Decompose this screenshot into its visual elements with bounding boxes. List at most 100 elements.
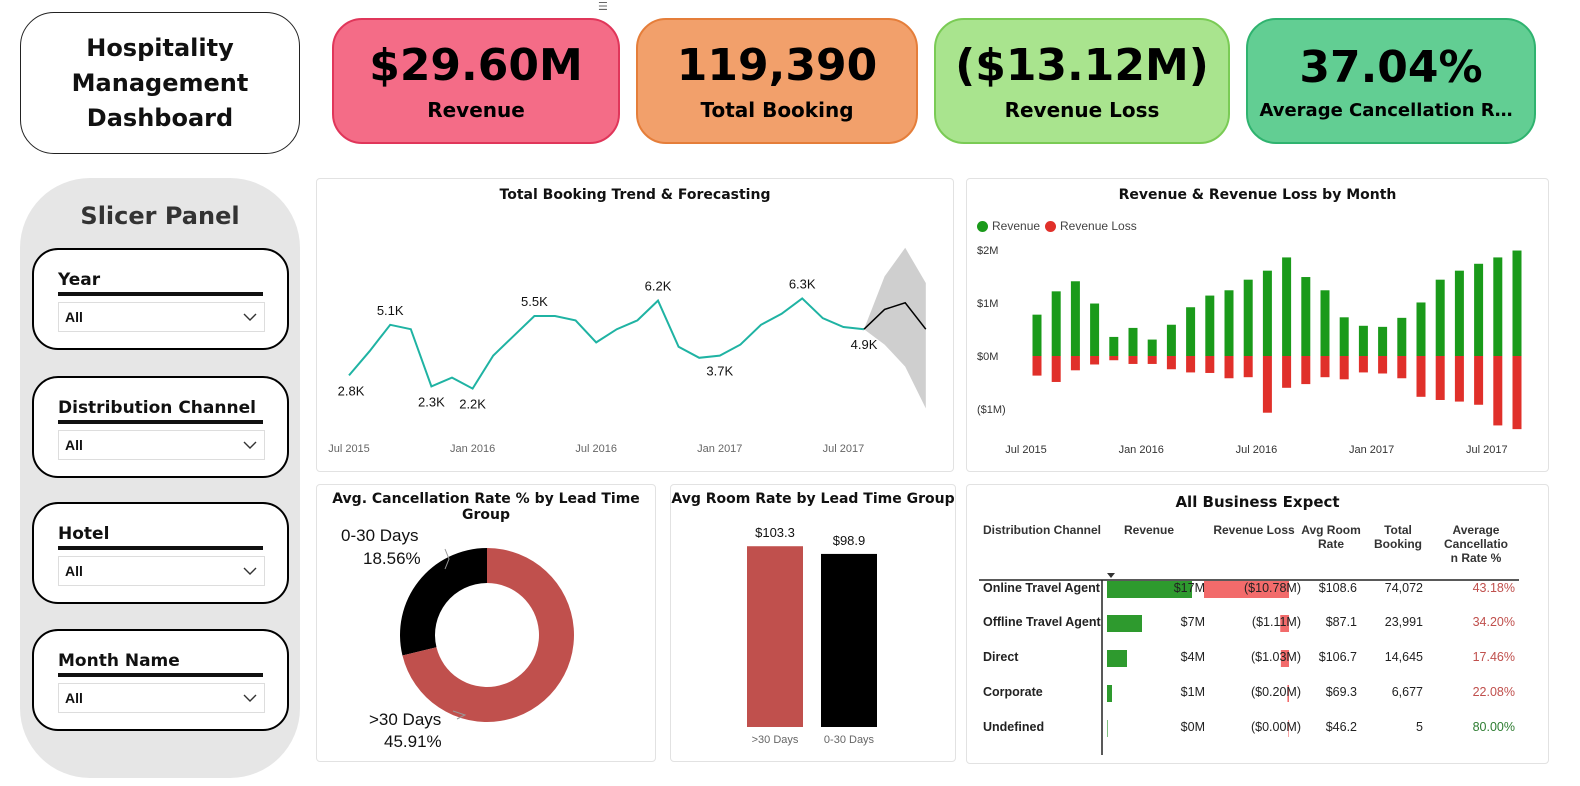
year-dropdown[interactable]: All bbox=[58, 302, 265, 332]
filter-icon[interactable]: ☰ bbox=[598, 0, 608, 13]
x-tick-label: Jul 2017 bbox=[823, 443, 865, 455]
room-rate-bar bbox=[821, 553, 877, 727]
table-header[interactable]: Revenue bbox=[1109, 523, 1189, 537]
revenue-bar bbox=[1166, 324, 1176, 356]
table-cell-channel: Online Travel Agent bbox=[983, 581, 1100, 595]
x-tick-label: Jan 2016 bbox=[1119, 444, 1164, 456]
table-cell-booking: 5 bbox=[1416, 720, 1423, 734]
table-cell-rate: $69.3 bbox=[1325, 685, 1357, 699]
table-header[interactable]: Distribution Channel bbox=[983, 523, 1103, 537]
table-cell-channel: Offline Travel Agent bbox=[983, 615, 1101, 629]
revenue-by-month-card: $2M $1M $0M ($1M) Jul 2015 Jan 2016 Jul 2016 Ja… bbox=[966, 178, 1549, 472]
revenue-bar bbox=[1090, 303, 1100, 356]
room-rate-chart: $103.3 >30 Days $98.9 0-30 Days bbox=[747, 525, 877, 746]
slicer-hotel: Hotel All bbox=[32, 502, 289, 604]
data-label: 6.3K bbox=[789, 276, 816, 291]
revenue-loss-bar bbox=[1339, 356, 1349, 380]
distribution-channel-dropdown[interactable]: All bbox=[58, 430, 265, 460]
table-header[interactable]: Avg Room Rate bbox=[1301, 523, 1361, 551]
cancellation-donut-title: Avg. Cancellation Rate % by Lead Time Gr… bbox=[332, 491, 640, 523]
revenue-bar bbox=[1493, 257, 1503, 356]
cancellation-donut-chart: 0-30 Days 18.56% >30 Days 45.91% bbox=[341, 526, 574, 751]
dropdown-value: All bbox=[65, 563, 83, 579]
x-tick-label: Jan 2017 bbox=[697, 443, 742, 455]
slicer-panel-title: Slicer Panel bbox=[80, 202, 240, 230]
data-label: 2.3K bbox=[418, 394, 445, 409]
table-header[interactable]: Total Booking bbox=[1371, 523, 1425, 551]
slice-value-label: 18.56% bbox=[363, 549, 421, 568]
table-cell-rate: $106.7 bbox=[1318, 650, 1357, 664]
table-cell-cancel: 80.00% bbox=[1472, 720, 1515, 734]
room-rate-title: Avg Room Rate by Lead Time Group bbox=[671, 491, 955, 507]
revenue-bar bbox=[1378, 326, 1388, 356]
revenue-loss-bar bbox=[1397, 356, 1407, 379]
slicer-panel: Slicer Panel Year All Distribution Chann… bbox=[20, 178, 300, 778]
table-header[interactable]: Revenue Loss bbox=[1201, 523, 1307, 537]
revenue-bar bbox=[1147, 339, 1157, 356]
table-cell-revenue: $17M bbox=[1173, 581, 1205, 595]
legend-dot-icon bbox=[977, 220, 988, 232]
room-rate-bar bbox=[747, 546, 803, 727]
slicer-month-name: Month Name All bbox=[32, 629, 289, 731]
x-tick-label: 0-30 Days bbox=[824, 734, 875, 746]
revenue-bar bbox=[1032, 314, 1042, 356]
x-tick-label: Jan 2016 bbox=[450, 443, 495, 455]
chevron-down-icon bbox=[243, 441, 257, 449]
revenue-bar bbox=[1339, 317, 1349, 356]
kpi-card-total-booking: 119,390 Total Booking bbox=[636, 18, 918, 144]
data-label: 3.7K bbox=[706, 364, 733, 379]
revenue-loss-bar bbox=[1032, 356, 1042, 376]
table-cell-rate: $108.6 bbox=[1318, 581, 1357, 595]
revenue-bar bbox=[1397, 317, 1407, 356]
x-tick-label: Jul 2015 bbox=[328, 443, 370, 455]
booking-trend-card: 2.8K 5.1K 2.3K 2.2K 5.5K 6.2K 3.7K 6.3K 4.9K Jul … bbox=[316, 178, 954, 472]
data-label: 5.1K bbox=[377, 303, 404, 318]
revenue-loss-bar bbox=[1358, 356, 1368, 373]
slicer-year: Year All bbox=[32, 248, 289, 350]
data-label: 5.5K bbox=[521, 294, 548, 309]
chevron-down-icon bbox=[243, 313, 257, 321]
revenue-loss-bar bbox=[1493, 356, 1503, 426]
bar-value-label: $103.3 bbox=[755, 525, 795, 540]
table-cell-cancel: 17.46% bbox=[1472, 650, 1515, 664]
revenue-loss-bar bbox=[1301, 356, 1311, 385]
legend-dot-icon bbox=[1045, 220, 1056, 232]
data-label: 4.9K bbox=[851, 337, 878, 352]
kpi-card-cancellation-rate: 37.04% Average Cancellation Rat... bbox=[1246, 18, 1536, 144]
table-cell-revenue: $7M bbox=[1180, 615, 1205, 629]
dropdown-value: All bbox=[65, 437, 83, 453]
table-cell-cancel: 34.20% bbox=[1472, 615, 1515, 629]
table-cell-loss: ($0.00M) bbox=[1250, 720, 1301, 734]
revenue-bar bbox=[1301, 277, 1311, 356]
legend-revenue-loss[interactable]: Revenue Loss bbox=[1045, 219, 1137, 233]
dashboard-title: Hospitality Management Dashboard bbox=[71, 33, 249, 132]
y-tick-label: ($1M) bbox=[977, 404, 1006, 416]
month-name-dropdown[interactable]: All bbox=[58, 683, 265, 713]
slicer-divider bbox=[58, 420, 263, 424]
y-tick-label: $2M bbox=[977, 245, 998, 257]
table-cell-cancel: 22.08% bbox=[1472, 685, 1515, 699]
forecast-band bbox=[864, 247, 926, 409]
revenue-bar bbox=[1320, 290, 1330, 356]
revenue-bar bbox=[1051, 291, 1061, 356]
revenue-loss-bar bbox=[1070, 356, 1080, 371]
revenue-bar bbox=[1454, 270, 1464, 356]
table-header[interactable]: Average Cancellatio n Rate % bbox=[1437, 523, 1515, 565]
revenue-loss-bar bbox=[1147, 356, 1157, 364]
table-cell-revenue: $4M bbox=[1180, 650, 1205, 664]
dashboard-title-box: Hospitality Management Dashboard bbox=[20, 12, 300, 154]
table-cell-channel: Undefined bbox=[983, 720, 1045, 734]
slice-category-label: >30 Days bbox=[369, 710, 441, 729]
revenue-loss-bar bbox=[1435, 356, 1445, 400]
revenue-bar bbox=[1224, 290, 1234, 356]
legend-revenue[interactable]: Revenue bbox=[977, 219, 1040, 233]
hotel-dropdown[interactable]: All bbox=[58, 556, 265, 586]
table-cell-revenue: $1M bbox=[1180, 685, 1205, 699]
revenue-loss-bar bbox=[1262, 356, 1272, 413]
table-cell-loss: ($10.78M) bbox=[1244, 581, 1301, 595]
revenue-bar bbox=[1186, 307, 1196, 356]
dropdown-value: All bbox=[65, 309, 83, 325]
revenue-bar bbox=[1474, 263, 1484, 356]
revenue-loss-bar bbox=[1186, 356, 1196, 373]
revenue-loss-bar bbox=[1474, 356, 1484, 405]
